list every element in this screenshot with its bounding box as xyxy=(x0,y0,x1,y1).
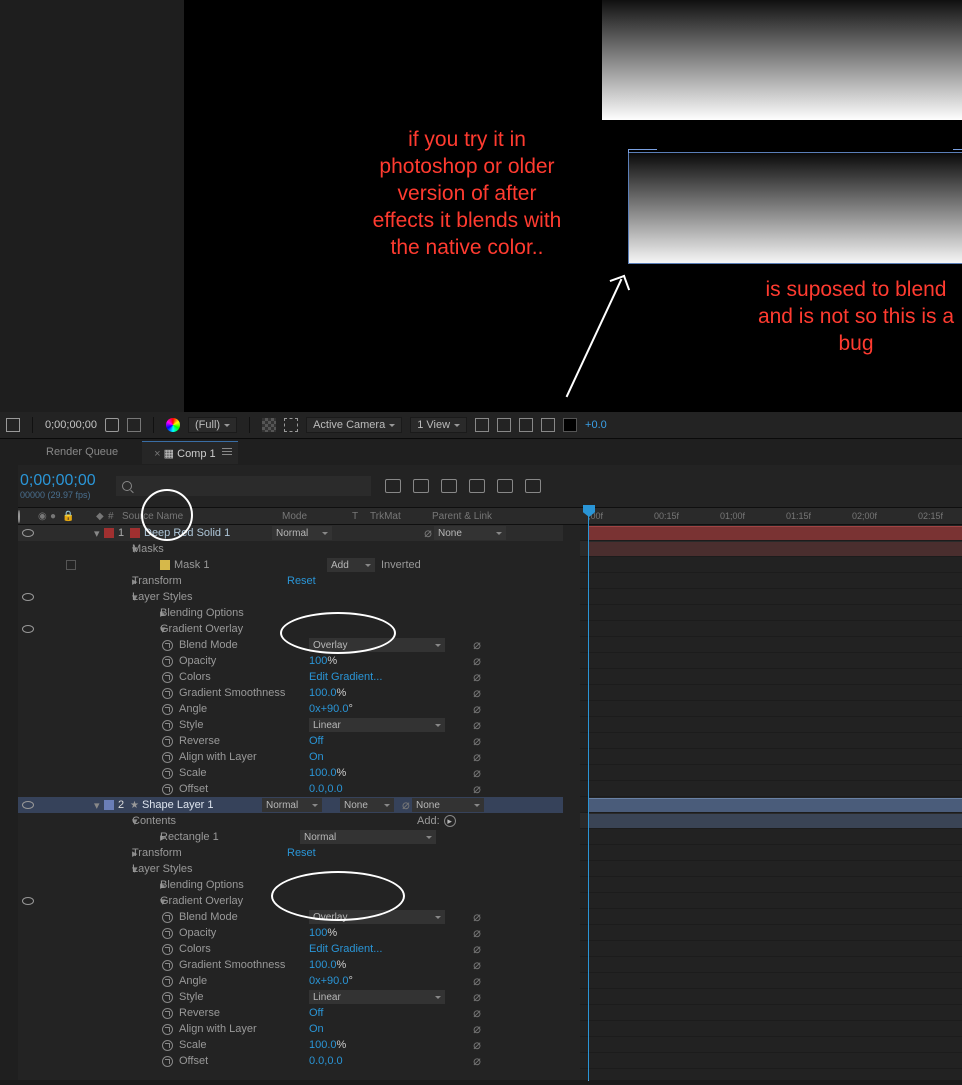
style-2-dropdown[interactable]: Linear xyxy=(309,990,445,1004)
current-timecode[interactable]: 0;00;00;00 xyxy=(20,472,96,489)
layer-styles-1-twirl[interactable] xyxy=(114,591,132,604)
pickwhip-icon[interactable]: ⌀ xyxy=(471,639,483,651)
views-dropdown[interactable]: 1 View xyxy=(410,417,467,433)
mask-1-inverted[interactable]: Inverted xyxy=(381,559,443,571)
tab-comp-1[interactable]: × ▦ Comp 1 xyxy=(142,441,237,464)
search-icon xyxy=(122,481,132,491)
color-channel-icon[interactable] xyxy=(166,418,180,432)
frame-rate-label: 00000 (29.97 fps) xyxy=(20,490,96,500)
layer-1-label-color[interactable] xyxy=(104,528,114,538)
snapshot-icon[interactable] xyxy=(105,418,119,432)
layer-styles-1-visibility-icon[interactable] xyxy=(22,593,34,601)
layer-2-parent-dropdown[interactable]: None xyxy=(412,798,484,812)
mask-1-twirl[interactable] xyxy=(126,559,160,572)
mode-header[interactable]: Mode xyxy=(282,511,307,522)
lock-column-icon[interactable]: 🔒 xyxy=(62,511,74,522)
draft-3d-icon[interactable] xyxy=(413,479,429,493)
view-options-icon-1[interactable] xyxy=(475,418,489,432)
timeline-tracks[interactable] xyxy=(580,525,962,1080)
shape-layer-icon: ★ xyxy=(130,800,139,811)
blend-mode-2-dropdown[interactable]: Overlay xyxy=(309,910,445,924)
mask-1-mode-dropdown[interactable]: Add xyxy=(327,558,375,572)
blend-mode-1-dropdown[interactable]: Overlay xyxy=(309,638,445,652)
layer-1-row[interactable]: 1 Deep Red Solid 1 Normal ⌀ None xyxy=(18,525,563,541)
pixel-aspect-icon[interactable] xyxy=(519,418,533,432)
gradient-layer-1 xyxy=(602,0,962,120)
exposure-value[interactable]: +0.0 xyxy=(585,419,607,431)
gradient-overlay-1-visibility-icon[interactable] xyxy=(22,625,34,633)
fast-previews-icon[interactable] xyxy=(541,418,555,432)
transform-2-reset[interactable]: Reset xyxy=(287,847,316,859)
layer-1-duration-bar[interactable] xyxy=(588,526,962,540)
viewer-toolbar: 0;00;00;00 (Full) Active Camera 1 View +… xyxy=(0,412,962,438)
mask-bounds-icon[interactable] xyxy=(6,418,20,432)
style-1-dropdown[interactable]: Linear xyxy=(309,718,445,732)
layer-2-row[interactable]: 2 ★ Shape Layer 1 Normal None ⌀ None xyxy=(18,797,563,813)
camera-dropdown[interactable]: Active Camera xyxy=(306,417,402,433)
transform-1-twirl[interactable] xyxy=(114,575,132,588)
colors-1-edit[interactable]: Edit Gradient... xyxy=(309,671,382,683)
roi-icon[interactable] xyxy=(284,418,298,432)
layer-2-trkmat-dropdown[interactable]: None xyxy=(340,798,394,812)
opacity-2-value[interactable]: 100 xyxy=(309,927,327,939)
arrow-annotation xyxy=(566,279,623,398)
layer-2-twirl[interactable] xyxy=(94,800,100,812)
gradient-overlay-2-visibility-icon[interactable] xyxy=(22,897,34,905)
annotation-text-2: is suposed to blend and is not so this i… xyxy=(746,276,962,357)
playhead[interactable] xyxy=(588,505,590,1080)
view-options-icon-2[interactable] xyxy=(497,418,511,432)
comp-mini-flowchart-icon[interactable] xyxy=(385,479,401,493)
layer-1-parent-dropdown[interactable]: None xyxy=(434,526,506,540)
opacity-1-value[interactable]: 100 xyxy=(309,655,327,667)
video-column-icon[interactable] xyxy=(18,510,20,523)
time-ruler[interactable]: ;00f 00:15f 01;00f 01:15f 02;00f 02:15f xyxy=(580,507,962,525)
layer-2-mode-dropdown[interactable]: Normal xyxy=(262,798,322,812)
layer-2-name[interactable]: Shape Layer 1 xyxy=(142,799,262,811)
layer-1-mode-dropdown[interactable]: Normal xyxy=(272,526,332,540)
rectangle-1-mode-dropdown[interactable]: Normal xyxy=(300,830,436,844)
tab-menu-icon[interactable] xyxy=(222,446,232,457)
layer-2-visibility-icon[interactable] xyxy=(22,801,34,809)
time-display[interactable]: 0;00;00;00 xyxy=(45,419,97,431)
layer-2-duration-bar[interactable] xyxy=(588,798,962,812)
exposure-reset-icon[interactable] xyxy=(563,418,577,432)
layer-2-label-color[interactable] xyxy=(104,800,114,810)
timeline-panel: Render Queue × ▦ Comp 1 0;00;00;00 00000… xyxy=(0,438,962,1080)
colors-2-edit[interactable]: Edit Gradient... xyxy=(309,943,382,955)
parent-header[interactable]: Parent & Link xyxy=(432,511,492,522)
search-input[interactable] xyxy=(116,476,371,496)
layer-1-visibility-icon[interactable] xyxy=(22,529,34,537)
gradient-overlay-2-twirl[interactable] xyxy=(126,895,160,908)
close-tab-icon[interactable]: × xyxy=(154,448,160,460)
stopwatch-icon[interactable] xyxy=(162,640,173,651)
resolution-dropdown[interactable]: (Full) xyxy=(188,417,237,433)
mask-1-name[interactable]: Mask 1 xyxy=(174,559,209,571)
layer-1-parent-pickwhip-icon[interactable]: ⌀ xyxy=(422,527,434,539)
hide-shy-icon[interactable] xyxy=(441,479,457,493)
trkmat-header[interactable]: TrkMat xyxy=(370,511,401,522)
transparency-grid-icon[interactable] xyxy=(262,418,276,432)
layer-2-parent-pickwhip-icon[interactable]: ⌀ xyxy=(400,799,412,811)
motion-blur-icon[interactable] xyxy=(497,479,513,493)
composition-viewer: if you try it in photoshop or older vers… xyxy=(0,0,962,412)
rectangle-1-name[interactable]: Rectangle 1 xyxy=(160,831,300,843)
frame-blend-icon[interactable] xyxy=(469,479,485,493)
gradient-overlay-1-twirl[interactable] xyxy=(126,623,160,636)
canvas[interactable]: if you try it in photoshop or older vers… xyxy=(184,0,962,412)
show-snapshot-icon[interactable] xyxy=(127,418,141,432)
mask-1-chip[interactable] xyxy=(66,560,76,570)
gradient-layer-2-selected[interactable] xyxy=(629,153,962,263)
masks-twirl[interactable] xyxy=(114,543,132,556)
panel-tabs: Render Queue × ▦ Comp 1 xyxy=(0,439,962,465)
add-contents-icon[interactable]: ▸ xyxy=(444,815,456,827)
graph-editor-icon[interactable] xyxy=(525,479,541,493)
source-name-header[interactable]: Source Name xyxy=(122,511,183,522)
tab-render-queue[interactable]: Render Queue xyxy=(40,442,124,462)
layer-1-twirl[interactable] xyxy=(94,528,100,540)
annotation-text-1: if you try it in photoshop or older vers… xyxy=(372,126,562,261)
layer-1-name[interactable]: Deep Red Solid 1 xyxy=(144,527,272,539)
transform-1-reset[interactable]: Reset xyxy=(287,575,316,587)
